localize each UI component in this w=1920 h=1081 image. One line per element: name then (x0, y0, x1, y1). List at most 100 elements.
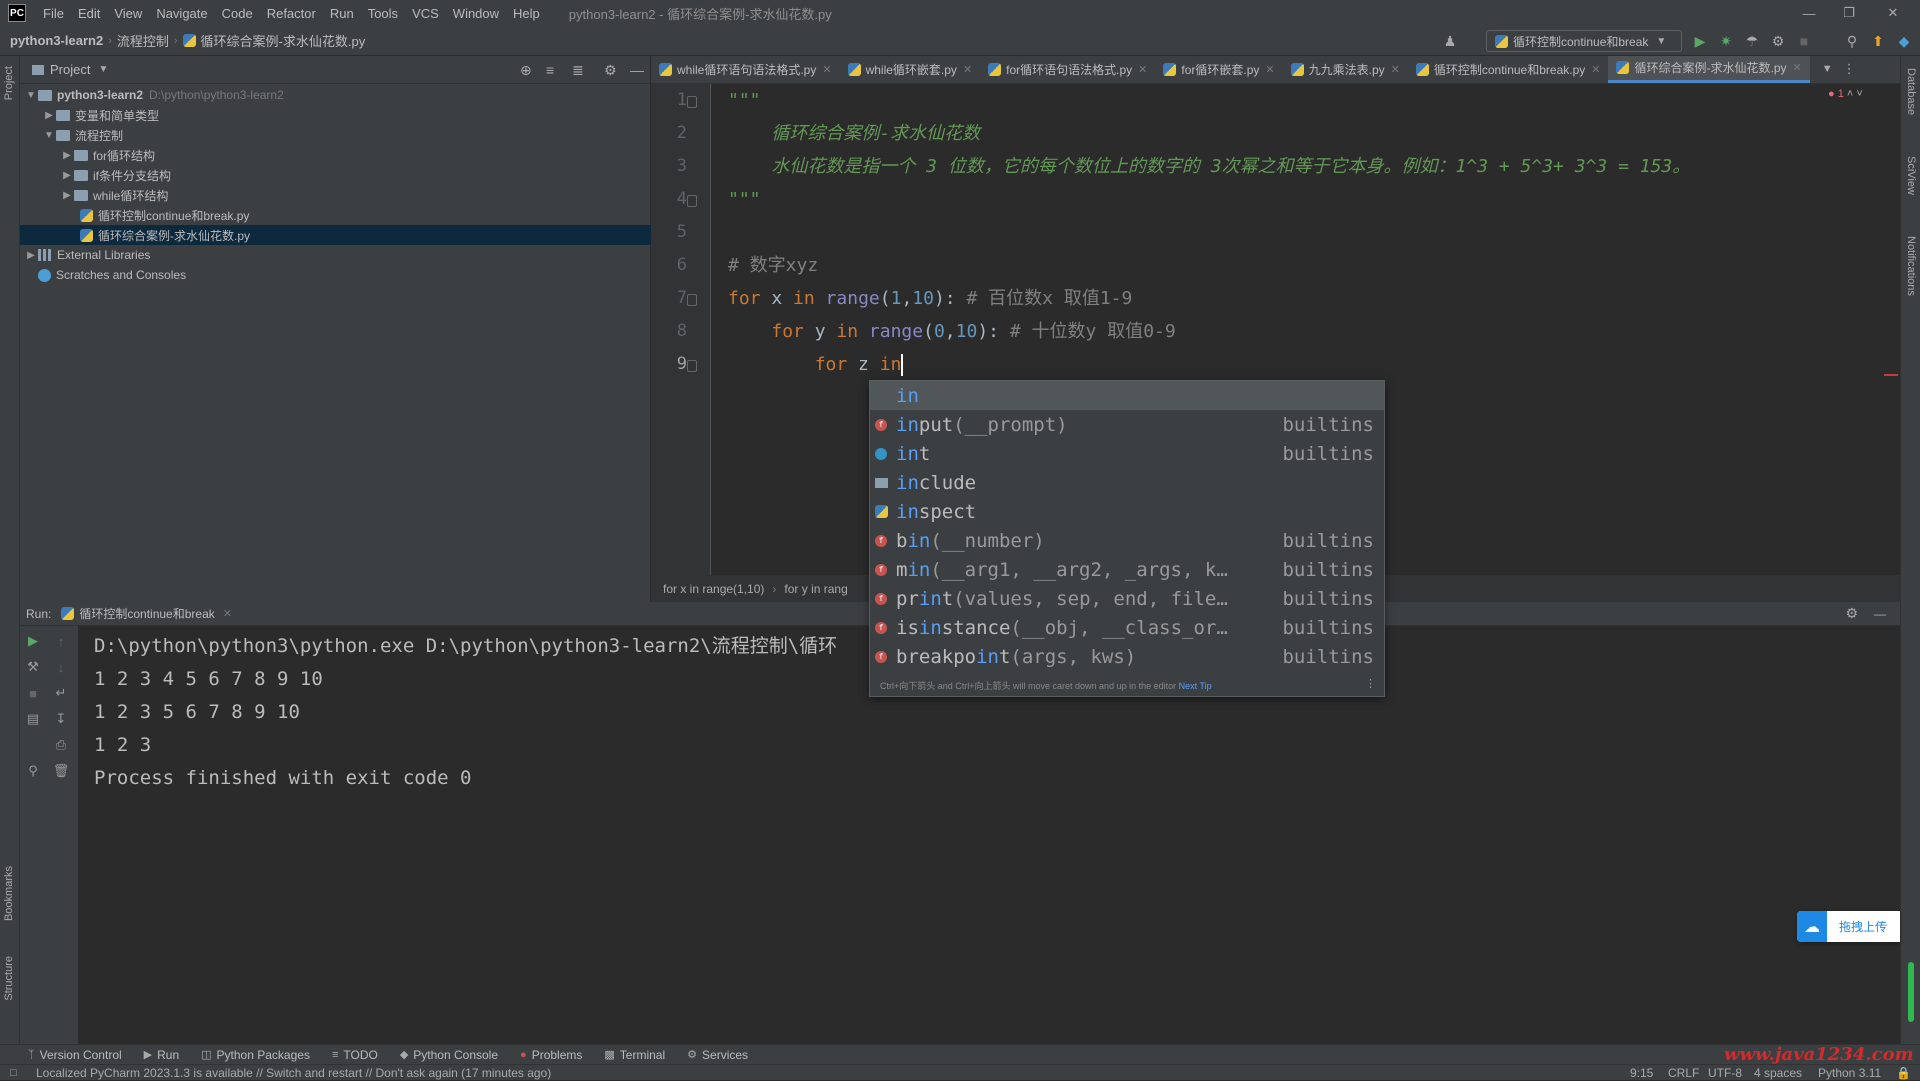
tree-item-file[interactable]: 循环控制continue和break.py (20, 205, 651, 225)
wrench-icon[interactable]: ⚒ (24, 658, 42, 676)
menu-file[interactable]: File (36, 6, 71, 21)
nav-crumb-file[interactable]: 循环综合案例-求水仙花数.py (201, 31, 366, 50)
tree-item-folder[interactable]: ▼ 流程控制 (20, 125, 651, 145)
tool-tab-problems[interactable]: ● Problems (520, 1048, 582, 1062)
hide-panel-icon[interactable]: — (630, 62, 644, 78)
menu-refactor[interactable]: Refactor (260, 6, 323, 21)
user-icon[interactable]: ♟ (1440, 31, 1460, 51)
completion-item[interactable]: include (870, 468, 1384, 497)
sciview-tool-tab[interactable]: SciView (1905, 156, 1917, 195)
tool-tab-python-console[interactable]: ◆ Python Console (400, 1048, 498, 1062)
collapse-all-icon[interactable]: ≣ (572, 62, 584, 79)
completion-item[interactable]: int builtins (870, 439, 1384, 468)
layout-icon[interactable]: ▤ (24, 710, 42, 728)
error-stripe-mark[interactable] (1884, 374, 1898, 376)
breadcrumb-item[interactable]: for y in rang (784, 582, 847, 596)
scroll-to-end-icon[interactable]: ↧ (52, 710, 70, 728)
close-icon[interactable]: ✕ (1138, 63, 1147, 76)
chevron-down-icon[interactable]: ˅ (1856, 88, 1862, 100)
tool-tab-todo[interactable]: ≡ TODO (332, 1048, 378, 1062)
indent-setting[interactable]: 4 spaces (1754, 1065, 1802, 1081)
arrow-up-icon[interactable]: ↑ (52, 632, 70, 650)
database-tool-tab[interactable]: Database (1905, 68, 1917, 115)
gear-icon[interactable]: ⚙ (604, 62, 617, 79)
fold-icon[interactable] (687, 195, 697, 207)
next-tip-link[interactable]: Next Tip (1179, 681, 1212, 691)
project-tool-tab[interactable]: Project (3, 66, 15, 100)
editor-tab[interactable]: while循环嵌套.py ✕ (840, 56, 981, 83)
completion-item[interactable]: f input(__prompt) builtins (870, 410, 1384, 439)
notifications-tool-tab[interactable]: Notifications (1905, 236, 1917, 296)
tree-item-folder[interactable]: ▶ while循环结构 (20, 185, 651, 205)
nav-crumb-folder[interactable]: 流程控制 (117, 31, 169, 50)
tree-item-scratches[interactable]: Scratches and Consoles (20, 265, 651, 285)
tool-tab-python-packages[interactable]: ◫ Python Packages (201, 1048, 310, 1062)
menu-view[interactable]: View (107, 6, 149, 21)
structure-tool-tab[interactable]: Structure (3, 956, 15, 1001)
tree-item-folder[interactable]: ▶ 变量和简单类型 (20, 105, 651, 125)
menu-run[interactable]: Run (323, 6, 361, 21)
fold-icon[interactable] (687, 360, 697, 372)
tool-tab-run[interactable]: ▶ Run (144, 1048, 179, 1062)
tree-item-external-libraries[interactable]: ▶ External Libraries (20, 245, 651, 265)
completion-item[interactable]: f breakpoint(args, kws) builtins (870, 642, 1384, 671)
rerun-icon[interactable]: ▶ (24, 632, 42, 650)
python-interpreter[interactable]: Python 3.11 (1818, 1065, 1881, 1081)
completion-item[interactable]: f isinstance(__obj, __class_or… builtins (870, 613, 1384, 642)
print-icon[interactable]: ⎙ (52, 736, 70, 754)
more-icon[interactable]: ⋮ (1365, 677, 1376, 690)
project-panel-title[interactable]: Project (50, 62, 90, 77)
close-icon[interactable]: ✕ (1391, 63, 1400, 76)
hide-panel-icon[interactable]: — (1874, 607, 1886, 621)
fold-icon[interactable] (687, 96, 697, 108)
tree-item-folder[interactable]: ▶ if条件分支结构 (20, 165, 651, 185)
expand-all-icon[interactable]: ≡ (546, 62, 554, 78)
close-icon[interactable]: ✕ (1870, 0, 1916, 26)
restore-icon[interactable]: ❐ (1826, 0, 1872, 26)
run-configuration-select[interactable]: 循环控制continue和break ▼ (1486, 30, 1682, 52)
close-icon[interactable]: ✕ (1793, 61, 1802, 74)
notification-icon[interactable]: □ (10, 1067, 17, 1079)
tree-item-file-selected[interactable]: 循环综合案例-求水仙花数.py (20, 225, 651, 245)
close-icon[interactable]: ✕ (1265, 63, 1274, 76)
update-icon[interactable]: ⬆ (1868, 31, 1888, 51)
run-tab-label[interactable]: 循环控制continue和break (79, 605, 214, 622)
coverage-icon[interactable]: ☂ (1742, 31, 1762, 51)
menu-vcs[interactable]: VCS (405, 6, 446, 21)
tree-item-folder[interactable]: ▶ for循环结构 (20, 145, 651, 165)
completion-item-selected[interactable]: in (870, 381, 1384, 410)
soft-wrap-icon[interactable]: ↵ (52, 684, 70, 702)
line-separator[interactable]: CRLF (1668, 1065, 1699, 1081)
trash-icon[interactable]: 🗑 (52, 762, 70, 780)
upload-button[interactable]: ☁ 拖拽上传 (1797, 911, 1900, 942)
editor-tab[interactable]: for循环嵌套.py ✕ (1155, 56, 1282, 83)
search-icon[interactable]: ⚲ (1842, 31, 1862, 51)
chevron-up-icon[interactable]: ˄ (1847, 88, 1853, 100)
jetbrains-icon[interactable]: ◆ (1894, 31, 1914, 51)
nav-crumb-project[interactable]: python3-learn2 (10, 33, 103, 48)
status-message[interactable]: Localized PyCharm 2023.1.3 is available … (36, 1066, 551, 1080)
tool-tab-version-control[interactable]: ᛉ Version Control (28, 1048, 122, 1062)
fold-icon[interactable] (687, 294, 697, 306)
menu-window[interactable]: Window (446, 6, 506, 21)
scroll-indicator[interactable] (1908, 962, 1914, 1022)
arrow-down-icon[interactable]: ↓ (52, 658, 70, 676)
debug-icon[interactable]: ✷ (1716, 31, 1736, 51)
pin-icon[interactable]: ⚲ (24, 762, 42, 780)
pycharm-logo-icon[interactable]: PC (8, 4, 26, 22)
stop-icon[interactable]: ■ (1794, 31, 1814, 51)
caret-position[interactable]: 9:15 (1630, 1065, 1653, 1081)
editor-tab[interactable]: for循环语句语法格式.py ✕ (980, 56, 1155, 83)
editor-tab-active[interactable]: 循环综合案例-求水仙花数.py ✕ (1608, 56, 1810, 83)
stop-icon[interactable]: ■ (24, 684, 42, 702)
menu-help[interactable]: Help (506, 6, 547, 21)
completion-item[interactable]: f min(__arg1, __arg2, _args, k… builtins (870, 555, 1384, 584)
menu-navigate[interactable]: Navigate (149, 6, 214, 21)
locate-icon[interactable]: ⊕ (520, 62, 532, 79)
tool-tab-services[interactable]: ⚙ Services (687, 1048, 748, 1062)
tab-list-chevron-icon[interactable]: ▼ (1822, 56, 1833, 83)
close-icon[interactable]: ✕ (963, 63, 972, 76)
close-icon[interactable]: ✕ (822, 63, 831, 76)
menu-tools[interactable]: Tools (361, 6, 405, 21)
editor-tab[interactable]: while循环语句语法格式.py ✕ (651, 56, 840, 83)
